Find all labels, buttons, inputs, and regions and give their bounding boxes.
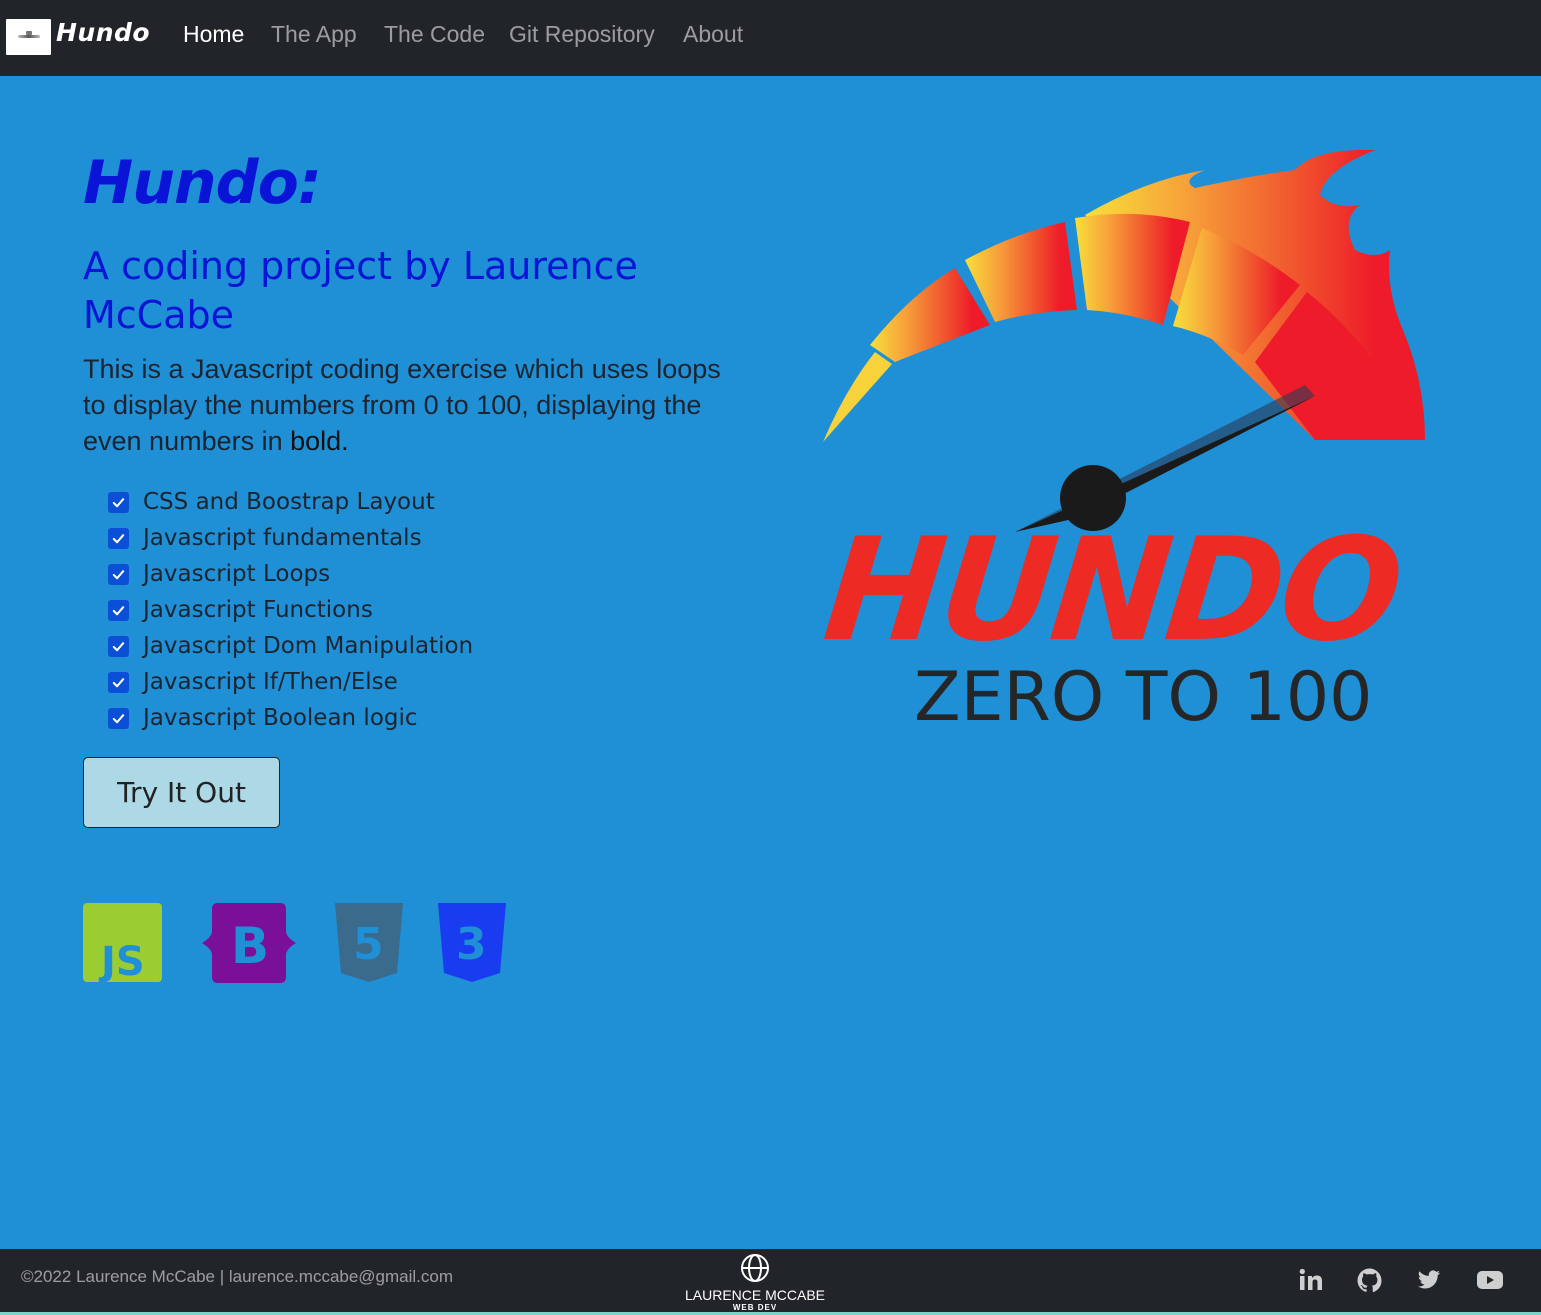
description-text: This is a Javascript coding exercise whi…	[83, 354, 721, 456]
feature-label: Javascript Boolean logic	[143, 705, 418, 731]
checkbox-checked-icon	[108, 635, 129, 657]
nav-link-about[interactable]: About	[683, 21, 743, 48]
page-title: Hundo:	[83, 148, 322, 218]
nav-link-git-repository[interactable]: Git Repository	[509, 21, 655, 48]
page-subtitle: A coding project by Laurence McCabe	[83, 244, 638, 337]
feature-label: Javascript Functions	[143, 597, 373, 623]
youtube-icon[interactable]	[1476, 1268, 1504, 1292]
html5-icon: 5	[335, 903, 403, 982]
feature-label: Javascript Loops	[143, 561, 331, 587]
hundo-logo-image	[823, 149, 1425, 532]
javascript-icon-label: JS	[98, 939, 145, 983]
twitter-icon[interactable]	[1416, 1268, 1442, 1292]
globe-icon	[741, 1254, 769, 1282]
linkedin-icon[interactable]	[1299, 1268, 1323, 1292]
checkbox-checked-icon	[108, 599, 129, 621]
footer-brand-subtitle: WEB DEV	[732, 1303, 778, 1312]
navbar: Hundo Home The App The Code Git Reposito…	[0, 0, 1541, 76]
footer: ©2022 Laurence McCabe | laurence.mccabe@…	[0, 1249, 1541, 1315]
list-item: Javascript Dom Manipulation	[108, 628, 473, 664]
css3-icon: 3	[438, 903, 506, 982]
nav-link-the-app[interactable]: The App	[271, 21, 357, 48]
feature-label: Javascript fundamentals	[143, 525, 422, 551]
logo-tagline: ZERO TO 100	[914, 658, 1373, 737]
checkbox-checked-icon	[108, 563, 129, 585]
css3-icon-label: 3	[456, 919, 487, 970]
footer-brand-name: LAURENCE MCCABE	[684, 1287, 826, 1303]
description-bold-word: bold.	[290, 426, 349, 456]
project-description: This is a Javascript coding exercise whi…	[83, 351, 743, 459]
javascript-icon: JS	[83, 903, 162, 983]
brand-name[interactable]: Hundo	[56, 18, 150, 47]
feature-label: Javascript Dom Manipulation	[143, 633, 474, 659]
checkbox-checked-icon	[108, 527, 129, 549]
github-icon[interactable]	[1357, 1268, 1382, 1293]
footer-brand-logo[interactable]: LAURENCE MCCABE WEB DEV	[670, 1253, 840, 1312]
list-item: Javascript Functions	[108, 592, 473, 628]
footer-copyright: ©2022 Laurence McCabe | laurence.mccabe@…	[21, 1267, 454, 1286]
bootstrap-icon-label: B	[231, 917, 269, 975]
html5-icon-label: 5	[353, 919, 384, 970]
list-item: Javascript Boolean logic	[108, 700, 473, 736]
nav-link-home[interactable]: Home	[183, 21, 244, 48]
list-item: Javascript If/Then/Else	[108, 664, 473, 700]
brand-logo-image[interactable]	[6, 19, 51, 55]
list-item: CSS and Boostrap Layout	[108, 484, 473, 520]
list-item: Javascript Loops	[108, 556, 473, 592]
feature-list: CSS and Boostrap Layout Javascript funda…	[108, 484, 473, 736]
checkbox-checked-icon	[108, 707, 129, 729]
try-it-out-button[interactable]: Try It Out	[83, 757, 280, 828]
checkbox-checked-icon	[108, 491, 129, 513]
checkbox-checked-icon	[108, 671, 129, 693]
feature-label: Javascript If/Then/Else	[143, 669, 398, 695]
logo-wordmark: HUNDO	[817, 508, 1407, 673]
feature-label: CSS and Boostrap Layout	[143, 489, 435, 515]
bootstrap-icon: B	[202, 903, 296, 983]
list-item: Javascript fundamentals	[108, 520, 473, 556]
nav-link-the-code[interactable]: The Code	[384, 21, 485, 48]
